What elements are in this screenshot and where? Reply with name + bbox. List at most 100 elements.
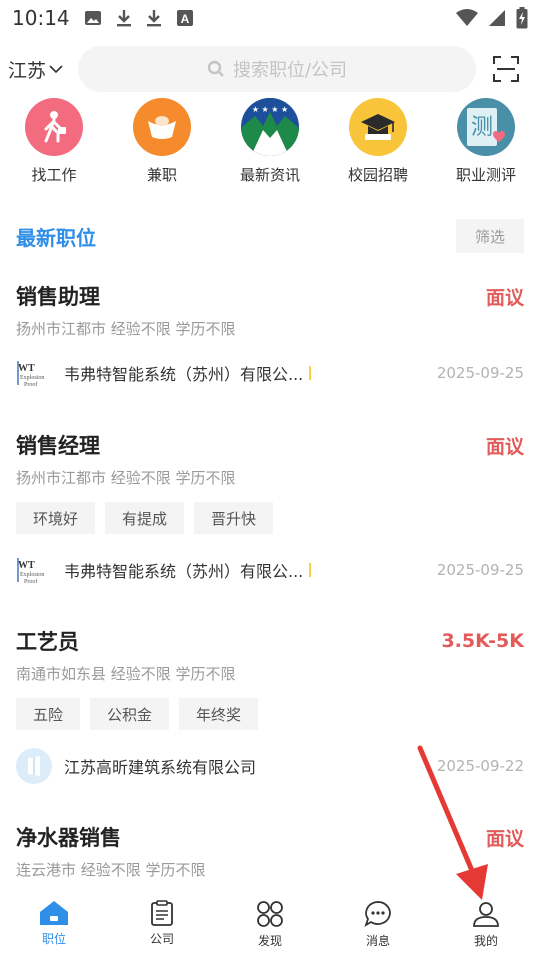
svg-text:WT: WT: [18, 560, 35, 571]
svg-text:测: 测: [471, 115, 493, 140]
company-name: 江苏高昕建筑系统有限公司: [64, 758, 257, 777]
job-date: 2025-09-25: [436, 561, 524, 579]
company-row[interactable]: 江苏高昕建筑系统有限公司 2025-09-22: [16, 746, 524, 786]
nav-label: 我的: [473, 934, 498, 948]
category-label: 职业测评: [455, 166, 516, 184]
job-card[interactable]: 销售助理 面议 扬州市江都市 经验不限 学历不限 WT Explosion Proo…: [0, 280, 540, 393]
svg-text:Explosion: Explosion: [20, 375, 44, 381]
job-meta: 连云港市 经验不限 学历不限: [16, 861, 206, 879]
job-header: 销售助理 面议: [16, 280, 524, 312]
company-logo: WT Explosion Proof: [16, 552, 52, 588]
person-icon: [473, 902, 499, 927]
job-header: 净水器销售 面议: [16, 821, 524, 853]
job-salary: 面议: [485, 827, 524, 850]
job-salary: 面议: [485, 286, 524, 309]
header: 江苏 搜索职位/公司: [0, 44, 540, 94]
company-name: 韦弗特智能系统（苏州）有限公...: [64, 562, 304, 581]
job-title: 净水器销售: [16, 826, 121, 850]
job-date: 2025-09-25: [436, 364, 524, 382]
job-title: 销售助理: [16, 285, 100, 309]
job-card[interactable]: 销售经理 面议 扬州市江都市 经验不限 学历不限 环境好 有提成 晋升快 WT E…: [0, 429, 540, 590]
job-tag: 环境好: [16, 502, 96, 534]
category-find-job[interactable]: 找工作: [0, 98, 108, 190]
svg-text:Explosion: Explosion: [20, 572, 44, 578]
search-icon: [207, 60, 224, 77]
nav-profile[interactable]: 我的: [432, 892, 540, 960]
job-header: 工艺员 3.5K-5K: [16, 625, 524, 657]
section-title: 最新职位: [16, 225, 96, 250]
nav-label: 公司: [149, 932, 174, 946]
company-row[interactable]: WT Explosion Proof 韦弗特智能系统（苏州）有限公... 2025-…: [16, 353, 524, 393]
category-assessment[interactable]: 测 职业测评: [432, 98, 540, 190]
search-input[interactable]: 搜索职位/公司: [78, 46, 476, 92]
scan-icon[interactable]: [492, 55, 520, 83]
job-date: 2025-09-22: [436, 757, 524, 775]
job-tag: 五险: [16, 698, 81, 730]
job-tags: 环境好 有提成 晋升快: [16, 502, 524, 534]
company-logo: WT Explosion Proof: [16, 355, 52, 391]
download-icon: [116, 10, 131, 27]
download-icon: [146, 10, 161, 27]
category-news[interactable]: ★ ★ ★ ★ 最新资讯: [216, 98, 324, 190]
company-name: 韦弗特智能系统（苏州）有限公...: [64, 365, 304, 384]
walking-person-icon: [25, 98, 83, 156]
job-title: 工艺员: [16, 630, 79, 654]
company-badge-bar: [309, 366, 312, 380]
nav-discover[interactable]: 发现: [216, 892, 324, 960]
job-card[interactable]: 工艺员 3.5K-5K 南通市如东县 经验不限 学历不限 五险 公积金 年终奖 …: [0, 625, 540, 786]
mountain-emblem-icon: ★ ★ ★ ★: [241, 98, 299, 156]
status-right-icons: [456, 7, 528, 29]
company-logo: [16, 748, 52, 784]
city-label: 江苏: [8, 59, 47, 82]
clipboard-icon: [151, 900, 173, 926]
job-salary: 3.5K-5K: [441, 630, 524, 652]
image-icon: [84, 11, 101, 25]
chevron-down-icon: [49, 65, 63, 74]
job-tag: 晋升快: [194, 502, 274, 534]
graduation-cap-icon: [349, 98, 407, 156]
job-tag: 有提成: [105, 502, 185, 534]
battery-charging-icon: [516, 7, 528, 29]
job-title: 销售经理: [16, 434, 100, 458]
job-card[interactable]: 净水器销售 面议 连云港市 经验不限 学历不限: [0, 821, 540, 880]
category-label: 最新资讯: [239, 166, 300, 184]
job-tag: 公积金: [90, 698, 170, 730]
svg-text:Proof: Proof: [24, 578, 37, 585]
job-meta: 扬州市江都市 经验不限 学历不限: [16, 469, 236, 487]
category-label: 兼职: [146, 166, 177, 184]
category-campus[interactable]: 校园招聘: [324, 98, 432, 190]
svg-text:WT: WT: [18, 363, 35, 374]
section-header: 最新职位 筛选: [0, 216, 540, 256]
company-row[interactable]: WT Explosion Proof 韦弗特智能系统（苏州）有限公... 2025-…: [16, 550, 524, 590]
text-a-icon: A: [176, 10, 193, 26]
status-time: 10:14: [12, 6, 70, 30]
job-meta: 南通市如东县 经验不限 学历不限: [16, 665, 236, 683]
svg-text:Proof: Proof: [24, 381, 37, 388]
job-header: 销售经理 面议: [16, 429, 524, 461]
nav-label: 消息: [365, 934, 390, 948]
category-label: 校园招聘: [347, 166, 408, 184]
ingot-icon: [133, 98, 191, 156]
company-badge-bar: [309, 563, 312, 577]
wifi-icon: [456, 9, 478, 26]
nav-messages[interactable]: 消息: [324, 892, 432, 960]
grid-circles-icon: [257, 901, 283, 927]
status-bar: 10:14 A: [0, 0, 540, 36]
category-label: 找工作: [31, 166, 77, 184]
job-tags: 五险 公积金 年终奖: [16, 698, 524, 730]
filter-button[interactable]: 筛选: [456, 219, 524, 253]
nav-label: 职位: [41, 932, 66, 946]
category-row: 找工作 兼职 ★ ★ ★ ★ 最新资讯 校园招聘 测 职业测评: [0, 98, 540, 190]
category-part-time[interactable]: 兼职: [108, 98, 216, 190]
status-left-icons: A: [84, 8, 194, 28]
svg-text:A: A: [180, 12, 189, 26]
nav-label: 发现: [257, 934, 282, 948]
home-icon: [40, 901, 68, 925]
nav-jobs[interactable]: 职位: [0, 892, 108, 960]
job-salary: 面议: [485, 435, 524, 458]
job-meta: 扬州市江都市 经验不限 学历不限: [16, 320, 236, 338]
nav-company[interactable]: 公司: [108, 892, 216, 960]
job-tag: 年终奖: [179, 698, 259, 730]
city-selector[interactable]: 江苏: [8, 56, 72, 83]
chat-bubble-icon: [364, 901, 391, 928]
